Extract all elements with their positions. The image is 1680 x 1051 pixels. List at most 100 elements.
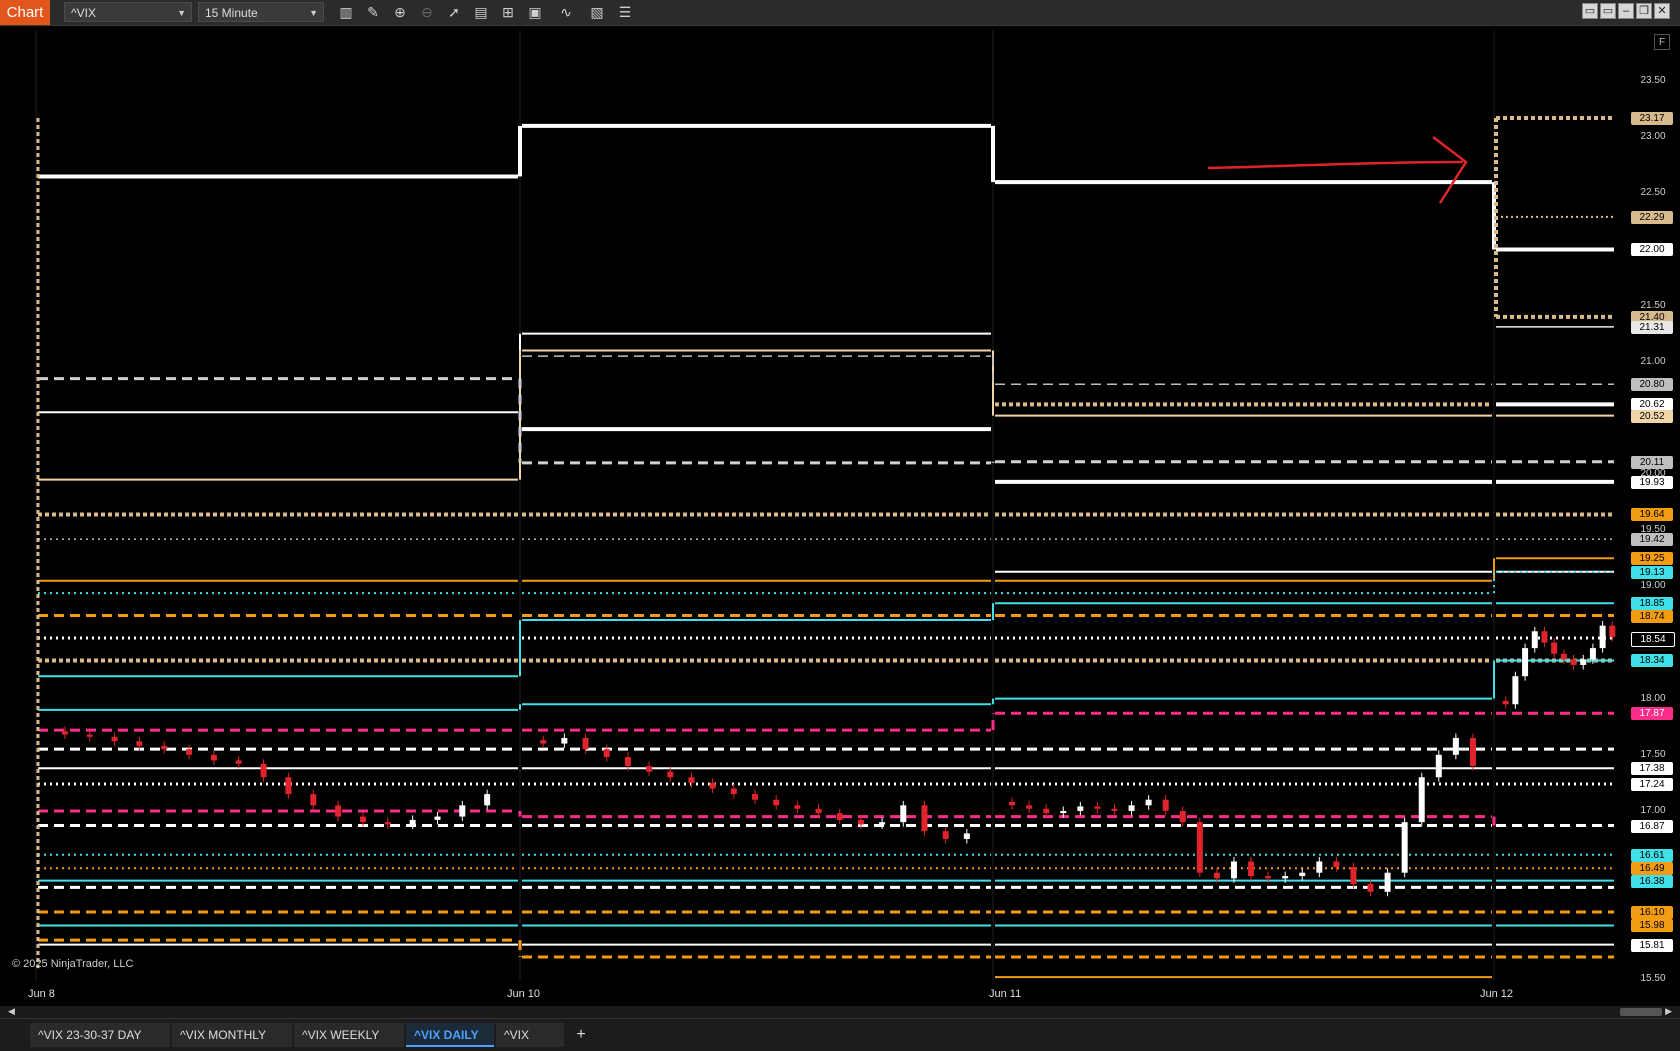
candle-down — [624, 757, 631, 767]
horizontal-scrollbar[interactable]: ◀ ▶ — [0, 1006, 1680, 1018]
tab-vix-weekly[interactable]: ^VIX WEEKLY — [294, 1023, 404, 1047]
candle-down — [752, 794, 758, 800]
draw-icon[interactable]: ✎ — [363, 3, 383, 22]
candle-down — [942, 831, 949, 840]
candle-up — [1418, 777, 1425, 823]
axis-tick-label: 21.50 — [1640, 299, 1666, 311]
add-tab-icon[interactable]: + — [570, 1023, 592, 1047]
candle-down — [688, 777, 695, 783]
restore-icon[interactable]: ❐ — [1636, 3, 1652, 19]
scroll-right-icon[interactable]: ▶ — [1665, 1006, 1672, 1017]
candle-down — [161, 745, 168, 750]
axis-tick-label: 19.00 — [1640, 580, 1666, 592]
candle-up — [879, 822, 886, 825]
list-icon[interactable]: ☰ — [615, 3, 635, 22]
tab-vix-day[interactable]: ^VIX 23-30-37 DAY — [30, 1023, 170, 1047]
candle-down — [857, 819, 864, 825]
chevron-down-icon: ▼ — [309, 8, 318, 18]
candle-up — [1299, 872, 1306, 877]
scroll-left-icon[interactable]: ◀ — [8, 1006, 15, 1017]
close-icon[interactable]: ✕ — [1654, 3, 1670, 19]
price-tag: 16.38 — [1631, 874, 1673, 888]
price-tag: 18.74 — [1631, 609, 1673, 623]
candle-down — [1609, 625, 1616, 637]
candle-down — [1162, 799, 1169, 811]
candle-down — [1333, 861, 1340, 868]
instrument-selector[interactable]: ^VIX ▼ — [64, 2, 192, 22]
scroll-thumb[interactable] — [1620, 1008, 1662, 1016]
candle-up — [1522, 648, 1529, 677]
price-tag: 16.10 — [1631, 906, 1673, 920]
candle-down — [384, 822, 391, 825]
candle-down — [260, 763, 267, 778]
zoom-out-icon[interactable]: ⊖ — [417, 3, 437, 22]
pointer-icon[interactable]: ➚ — [444, 3, 464, 22]
tab-vix-daily[interactable]: ^VIX DAILY — [406, 1023, 494, 1047]
price-tag: 15.98 — [1631, 919, 1673, 933]
candle-down — [730, 788, 737, 795]
strategy-icon[interactable]: ▧ — [587, 3, 607, 22]
data-box-icon[interactable]: ▤ — [471, 3, 491, 22]
properties-icon[interactable]: ▣ — [525, 3, 545, 22]
price-tag: 18.54 — [1631, 632, 1675, 647]
copyright-label: © 2025 NinjaTrader, LLC — [12, 958, 134, 970]
candle-up — [900, 805, 907, 823]
candle-down — [1265, 876, 1272, 879]
candle-up — [434, 816, 441, 820]
candle-down — [540, 740, 547, 744]
candle-up — [409, 819, 416, 825]
template-icon[interactable]: ⊞ — [498, 3, 518, 22]
candle-up — [1282, 876, 1289, 879]
bar-style-icon[interactable]: ▥ — [336, 3, 356, 22]
tab-vix[interactable]: ^VIX — [496, 1023, 564, 1047]
candle-down — [186, 749, 193, 755]
candle-down — [836, 813, 843, 820]
candle-down — [1367, 883, 1374, 892]
instrument-value: ^VIX — [71, 6, 96, 20]
candle-up — [1128, 805, 1135, 811]
candle-up — [1060, 810, 1067, 814]
candle-up — [1512, 676, 1519, 705]
candle-up — [1316, 861, 1323, 873]
axis-tick-label: 21.00 — [1640, 355, 1666, 367]
candle-up — [1077, 806, 1084, 811]
price-tag: 16.61 — [1631, 848, 1673, 862]
candle-up — [561, 737, 568, 744]
axis-tick-label: 17.00 — [1640, 804, 1666, 816]
minimize-icon[interactable]: – — [1618, 3, 1634, 19]
candle-down — [1111, 808, 1118, 811]
indicators-icon[interactable]: ∿ — [556, 3, 576, 22]
interval-value: 15 Minute — [205, 6, 258, 20]
candle-up — [963, 833, 970, 840]
price-tag: 19.25 — [1631, 552, 1673, 566]
candle-down — [61, 731, 68, 735]
candle-down — [773, 799, 780, 806]
price-chart-svg — [35, 30, 1616, 980]
candle-down — [86, 734, 93, 737]
interval-selector[interactable]: 15 Minute ▼ — [198, 2, 324, 22]
price-tag: 19.93 — [1631, 475, 1673, 489]
candle-down — [1196, 822, 1203, 873]
zoom-in-icon[interactable]: ⊕ — [390, 3, 410, 22]
candle-down — [1551, 642, 1558, 654]
candle-down — [1248, 861, 1255, 877]
chart-plot-area[interactable] — [8, 30, 1628, 980]
candle-down — [1560, 653, 1567, 660]
candle-down — [136, 741, 143, 746]
candle-down — [1570, 659, 1577, 665]
chart-toolbar: Chart ^VIX ▼ 15 Minute ▼ ▥ ✎ ⊕ ⊖ ➚ ▤ ⊞ ▣… — [0, 0, 1680, 26]
chart-window-tab[interactable]: Chart — [0, 0, 50, 25]
candle-up — [1384, 872, 1391, 892]
price-tag: 21.31 — [1631, 320, 1673, 334]
candle-down — [582, 737, 589, 750]
panel-layout-icon[interactable]: ▭ — [1582, 3, 1598, 19]
date-label: Jun 8 — [28, 988, 55, 1000]
candle-down — [310, 794, 317, 806]
candle-up — [459, 805, 466, 817]
chevron-down-icon: ▼ — [177, 8, 186, 18]
price-tag: 20.80 — [1631, 378, 1673, 392]
price-tag: 17.24 — [1631, 777, 1673, 791]
tab-vix-monthly[interactable]: ^VIX MONTHLY — [172, 1023, 292, 1047]
panel-layout-2-icon[interactable]: ▭ — [1600, 3, 1616, 19]
f-button[interactable]: F — [1654, 34, 1670, 50]
